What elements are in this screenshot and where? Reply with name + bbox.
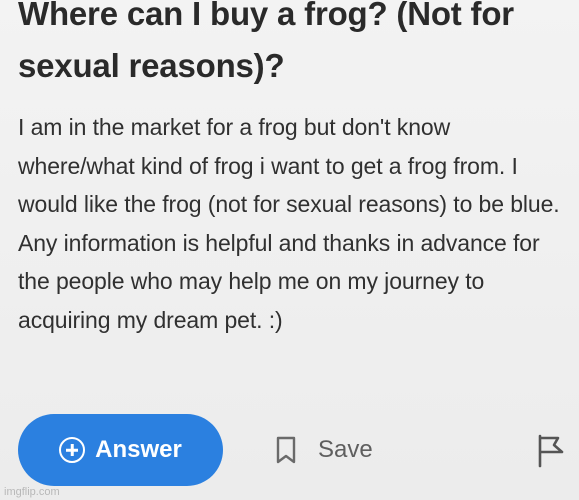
question-title: Where can I buy a frog? (Not for sexual … [18,0,514,84]
watermark: imgflip.com [4,486,60,498]
answer-button-label: Answer [95,436,182,463]
plus-circle-icon [59,437,86,463]
action-bar: Answer Save [18,414,570,486]
report-button[interactable] [536,434,566,468]
question-card: Where can I buy a frog? (Not for sexual … [0,0,579,500]
flag-icon [536,434,566,468]
answer-button[interactable]: Answer [18,414,223,486]
question-body: I am in the market for a frog but don't … [18,114,560,333]
save-button[interactable]: Save [276,430,373,470]
bookmark-icon [276,436,296,464]
save-button-label: Save [318,436,373,463]
